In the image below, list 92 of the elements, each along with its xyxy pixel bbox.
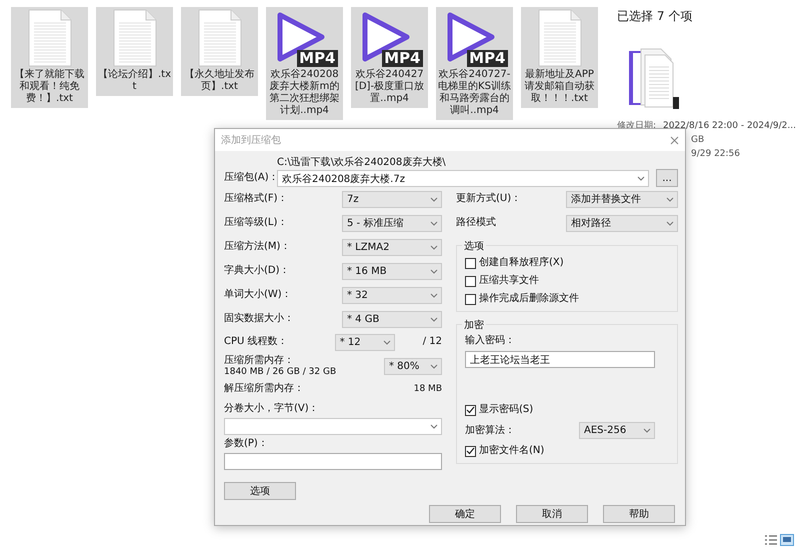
dropdown[interactable]: * 32 <box>342 286 442 304</box>
file-name: 【来了就能下载和观看！纯免费！】.txt <box>14 69 86 105</box>
file-item[interactable]: MP4 欢乐谷240427[D]-极度重口放置..mp4 <box>351 7 428 108</box>
file-type-badge: MP4 <box>297 50 338 67</box>
chevron-icon <box>666 196 674 202</box>
thread-max: / 12 <box>422 336 442 348</box>
chevron-icon <box>430 364 438 368</box>
memory-usage: 1840 MB / 26 GB / 32 GB <box>224 366 336 378</box>
file-name: 欢乐谷240208废弃大楼新m的第二次狂想绑架计划..mp4 <box>268 69 340 117</box>
text-file-icon <box>196 9 242 67</box>
detail-value: 9/29 22:56 <box>691 148 740 161</box>
chevron-icon <box>382 340 391 344</box>
field-label: 固实数据大小： <box>224 313 294 325</box>
checkbox-label: 操作完成后删除源文件 <box>479 293 579 305</box>
dropdown[interactable]: * LZMA2 <box>342 238 442 256</box>
dropdown[interactable]: * 16 MB <box>342 262 442 280</box>
field-label: 更新方式(U)： <box>456 193 522 205</box>
field-label: 参数(P)： <box>224 438 269 450</box>
chevron-icon <box>430 220 438 226</box>
dialog-button[interactable]: 确定 <box>429 505 501 523</box>
dropdown[interactable]: 7z <box>342 190 442 208</box>
checkbox-label: 加密文件名(N) <box>479 445 544 457</box>
chevron-icon <box>430 268 438 274</box>
dropdown[interactable]: * 80% <box>384 358 442 374</box>
checkbox-label: 创建自释放程序(X) <box>479 257 564 269</box>
checkbox[interactable] <box>465 258 476 268</box>
field-label: 压缩格式(F)： <box>224 193 288 205</box>
checkbox[interactable] <box>465 404 476 416</box>
checkbox[interactable] <box>465 294 476 304</box>
file-type-badge: MP4 <box>382 50 422 67</box>
file-item[interactable]: 【永久地址发布页】.txt <box>181 7 258 96</box>
chevron-icon <box>637 176 645 181</box>
dropdown[interactable]: * 4 GB <box>342 310 442 328</box>
chevron-icon <box>430 424 438 429</box>
chevron-icon <box>430 244 438 250</box>
field-label: 字典大小(D)： <box>224 265 290 277</box>
field-label: 路径模式 <box>456 217 496 229</box>
file-item[interactable]: 最新地址及APP请发邮箱自动获取！！！.txt <box>521 7 598 108</box>
dropdown[interactable]: 相对路径 <box>566 214 678 232</box>
field-label: 压缩方法(M)： <box>224 241 290 253</box>
text-file-icon <box>112 9 158 67</box>
dropdown[interactable]: 欢乐谷240208废弃大楼.7z <box>277 170 649 187</box>
chevron-icon <box>430 316 438 322</box>
file-item[interactable]: 【来了就能下载和观看！纯免费！】.txt <box>11 7 88 108</box>
checkbox[interactable] <box>465 276 476 286</box>
dropdown[interactable]: 5 - 标准压缩 <box>342 214 442 232</box>
field-label: 输入密码： <box>465 335 516 347</box>
options-button[interactable]: 选项 <box>224 482 296 500</box>
file-type-badge: MP4 <box>467 50 508 67</box>
dialog-button[interactable]: 帮助 <box>603 505 675 523</box>
browse-button[interactable]: ... <box>656 169 678 187</box>
checkbox-label: 压缩共享文件 <box>479 275 539 287</box>
file-item[interactable]: 【论坛介绍】.txt <box>96 7 173 96</box>
window-title: 添加到压缩包 <box>221 134 281 147</box>
file-name: 欢乐谷240727-电梯里的KS训练和马路旁露台的调叫..mp4 <box>437 69 512 117</box>
dropdown[interactable]: * 12 <box>334 334 395 350</box>
file-name: 【论坛介绍】.txt <box>97 69 172 93</box>
group-title: 选项 <box>462 239 486 253</box>
password-field[interactable]: 上老王论坛当老王 <box>465 351 655 368</box>
dropdown[interactable]: AES-256 <box>579 422 655 439</box>
file-item[interactable]: MP4 欢乐谷240208废弃大楼新m的第二次狂想绑架计划..mp4 <box>266 7 343 120</box>
field-label: 分卷大小，字节(V)： <box>224 403 320 415</box>
checkbox-label: 显示密码(S) <box>479 404 534 416</box>
archive-path: C:\迅雷下载\欢乐谷240208废弃大楼\ <box>277 157 447 169</box>
group-title: 加密 <box>462 318 486 332</box>
params-field[interactable] <box>224 453 442 470</box>
file-item[interactable]: MP4 欢乐谷240727-电梯里的KS训练和马路旁露台的调叫..mp4 <box>436 7 513 120</box>
chevron-icon <box>666 220 674 226</box>
file-name: 欢乐谷240427[D]-极度重口放置..mp4 <box>354 69 426 105</box>
dialog-button[interactable]: 取消 <box>516 505 588 523</box>
detail-value: GB <box>691 134 704 147</box>
close-icon[interactable] <box>670 136 679 144</box>
details-view-icon[interactable] <box>765 535 777 545</box>
text-file-icon <box>26 9 72 67</box>
field-label: 解压缩所需内存： <box>224 383 304 395</box>
field-label: CPU 线程数： <box>224 336 288 348</box>
field-label: 压缩等级(L)： <box>224 217 288 229</box>
dropdown[interactable]: 添加并替换文件 <box>566 190 678 208</box>
field-label: 单词大小(W)： <box>224 289 292 301</box>
text-file-icon <box>536 9 582 67</box>
chevron-icon <box>430 196 438 202</box>
chevron-icon <box>430 292 438 298</box>
selection-count: 已选择 7 个项 <box>617 8 694 25</box>
field-label: 加密算法： <box>465 424 515 436</box>
checkbox[interactable] <box>465 446 476 456</box>
detail-value: 2022/8/16 22:00 - 2024/9/2... <box>663 120 796 133</box>
memory-usage: 18 MB <box>414 384 442 394</box>
chevron-icon <box>643 428 651 433</box>
large-icons-view-icon[interactable] <box>780 534 794 546</box>
field-label: 压缩所需内存： <box>224 354 295 366</box>
file-name: 【永久地址发布页】.txt <box>184 69 256 93</box>
file-name: 最新地址及APP请发邮箱自动获取！！！.txt <box>524 69 596 105</box>
